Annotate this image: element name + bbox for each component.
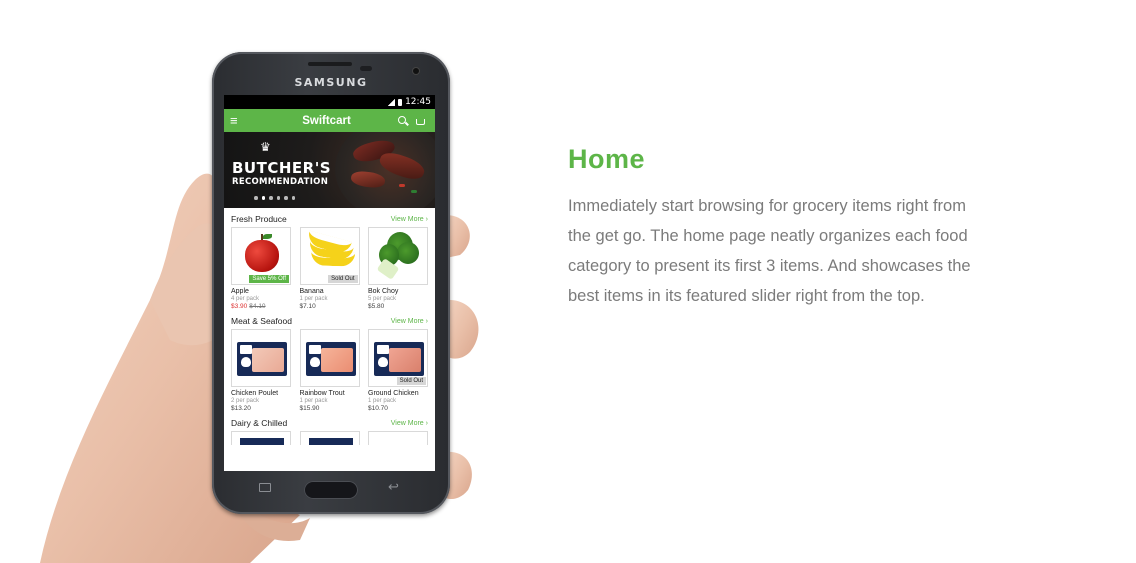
front-camera	[413, 68, 419, 74]
cart-icon[interactable]	[411, 115, 429, 127]
product-name: Banana	[299, 288, 324, 295]
banner-title: BUTCHER'S	[232, 159, 332, 177]
product-card[interactable]: Sold Out Banana 1 per pack $7.10	[299, 227, 360, 310]
product-pack: 4 per pack	[231, 296, 260, 302]
product-card[interactable]: Chicken Poulet 2 per pack $13.20	[231, 329, 291, 412]
view-more-link[interactable]: View More ›	[391, 420, 428, 427]
product-price: $10.70	[368, 405, 388, 412]
slider-dot[interactable]	[284, 196, 288, 200]
slider-dot-active[interactable]	[261, 196, 265, 200]
product-image-bok-choy	[368, 227, 428, 285]
product-image-chicken-poulet	[231, 329, 291, 387]
banner-garnish	[411, 190, 417, 193]
banner-subtitle: RECOMMENDATION	[232, 177, 329, 187]
chevron-right-icon: ›	[425, 215, 428, 223]
product-price: $3.90 $4.10	[231, 303, 266, 310]
chevron-right-icon: ›	[425, 419, 428, 427]
feature-description: Home Immediately start browsing for groc…	[568, 144, 988, 311]
product-card[interactable]: Save 5% Off Apple 4 per pack $3.90 $4.10	[231, 227, 291, 310]
product-price: $15.90	[299, 405, 320, 412]
product-image	[231, 431, 291, 445]
banner-garnish	[399, 184, 405, 187]
device-brand: SAMSUNG	[294, 76, 368, 89]
product-card[interactable]	[231, 431, 291, 445]
slider-dots[interactable]	[254, 196, 295, 200]
product-card[interactable]: Sold Out Ground Chicken 1 per pack $10.7…	[368, 329, 428, 412]
product-price: $5.80	[368, 303, 385, 310]
phone-device: SAMSUNG 12:45 ≡ Swiftcart ♛ BUTCHER'S RE…	[212, 52, 450, 514]
featured-slider[interactable]: ♛ BUTCHER'S RECOMMENDATION	[224, 132, 435, 208]
product-image	[299, 431, 360, 445]
home-button[interactable]	[304, 481, 358, 499]
showcase: SAMSUNG 12:45 ≡ Swiftcart ♛ BUTCHER'S RE…	[0, 0, 1136, 563]
battery-icon	[398, 98, 403, 106]
sold-out-badge: Sold Out	[328, 275, 358, 283]
product-price: $7.10	[299, 303, 316, 310]
proximity-sensor	[360, 66, 372, 71]
sold-out-badge: Sold Out	[396, 377, 426, 385]
section-fresh-produce: Fresh Produce View More › Save 5% Off Ap…	[224, 208, 435, 310]
product-name: Ground Chicken	[368, 390, 419, 397]
product-card[interactable]: Bok Choy 5 per pack $5.80	[368, 227, 428, 310]
earpiece	[308, 62, 352, 66]
slider-dot[interactable]	[254, 196, 258, 200]
signal-icon	[387, 98, 396, 106]
product-card[interactable]	[368, 431, 428, 445]
product-image-rainbow-trout	[299, 329, 360, 387]
section-meat-seafood: Meat & Seafood View More › Chicken Poule…	[224, 310, 435, 412]
menu-icon[interactable]: ≡	[230, 114, 250, 127]
slider-dot[interactable]	[269, 196, 273, 200]
app-header: ≡ Swiftcart	[224, 109, 435, 132]
product-name: Apple	[231, 288, 249, 295]
feature-body: Immediately start browsing for grocery i…	[568, 197, 971, 305]
chef-hat-icon: ♛	[260, 140, 271, 154]
phone-screen: 12:45 ≡ Swiftcart ♛ BUTCHER'S RECOMMENDA…	[224, 95, 435, 471]
product-image-apple: Save 5% Off	[231, 227, 291, 285]
section-dairy-chilled: Dairy & Chilled View More ›	[224, 412, 435, 445]
view-more-link[interactable]: View More ›	[391, 216, 428, 223]
product-name: Bok Choy	[368, 288, 399, 295]
product-price: $13.20	[231, 405, 251, 412]
search-icon[interactable]	[393, 115, 411, 127]
section-title: Dairy & Chilled	[231, 418, 288, 428]
product-pack: 1 per pack	[299, 296, 328, 302]
product-name: Chicken Poulet	[231, 390, 279, 397]
product-card[interactable]	[299, 431, 360, 445]
product-pack: 5 per pack	[368, 296, 397, 302]
section-title: Fresh Produce	[231, 214, 287, 224]
view-more-link[interactable]: View More ›	[391, 318, 428, 325]
product-card[interactable]: Rainbow Trout 1 per pack $15.90	[299, 329, 360, 412]
section-title: Meat & Seafood	[231, 316, 292, 326]
product-image-banana: Sold Out	[299, 227, 360, 285]
chevron-right-icon: ›	[425, 317, 428, 325]
recent-apps-icon[interactable]	[259, 483, 271, 492]
product-image	[368, 431, 428, 445]
discount-badge: Save 5% Off	[249, 275, 289, 283]
feature-heading: Home	[568, 144, 646, 174]
product-image-ground-chicken: Sold Out	[368, 329, 428, 387]
product-name: Rainbow Trout	[299, 390, 345, 397]
slider-dot[interactable]	[276, 196, 280, 200]
slider-dot[interactable]	[291, 196, 295, 200]
app-title: Swiftcart	[302, 114, 351, 127]
product-pack: 2 per pack	[231, 398, 260, 404]
back-icon[interactable]: ↩	[388, 480, 399, 495]
status-time: 12:45	[405, 97, 431, 107]
product-pack: 1 per pack	[368, 398, 397, 404]
product-pack: 1 per pack	[299, 398, 328, 404]
status-bar: 12:45	[224, 95, 435, 109]
